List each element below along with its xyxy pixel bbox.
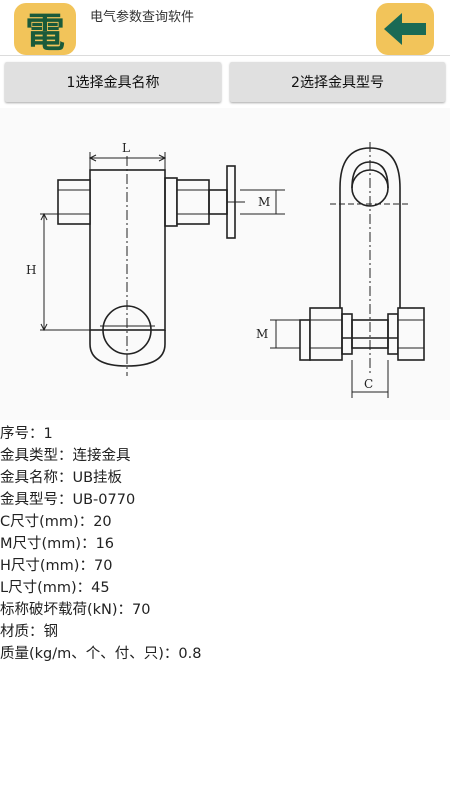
back-button[interactable] [376, 3, 434, 55]
detail-fitting-type: 金具类型：连接金具 [0, 448, 131, 464]
fitting-drawing: L H M M C [0, 108, 450, 420]
dimension-label-c: C [364, 377, 373, 391]
fitting-details: 序号：1 金具类型：连接金具 金具名称：UB挂板 金具型号：UB-0770 C尺… [0, 423, 450, 665]
dimension-label-m-right: M [256, 327, 268, 341]
dimension-label-h: H [26, 263, 36, 277]
detail-serial-number: 序号：1 [0, 426, 53, 442]
app-header: 電 电气参数查询软件 [0, 0, 450, 56]
detail-c-size: C尺寸(mm)：20 [0, 514, 112, 530]
detail-m-size: M尺寸(mm)：16 [0, 536, 115, 552]
detail-fitting-name: 金具名称：UB挂板 [0, 470, 123, 486]
tab-select-fitting-model[interactable]: 2选择金具型号 [230, 62, 445, 102]
app-title: 电气参数查询软件 [90, 10, 195, 25]
detail-h-size: H尺寸(mm)：70 [0, 558, 113, 574]
detail-rated-breaking-load: 标称破坏载荷(kN)：70 [0, 602, 151, 618]
app-logo-icon: 電 [14, 3, 76, 56]
detail-material: 材质：钢 [0, 624, 58, 640]
selection-tabs: 1选择金具名称 2选择金具型号 [0, 62, 450, 104]
detail-weight: 质量(kg/m、个、付、只)：0.8 [0, 646, 202, 662]
dimension-label-l: L [122, 141, 130, 155]
fitting-diagram: L H M M C [26, 141, 425, 398]
detail-l-size: L尺寸(mm)：45 [0, 580, 110, 596]
tab-select-fitting-name[interactable]: 1选择金具名称 [5, 62, 221, 102]
left-arrow-icon [384, 13, 426, 45]
detail-fitting-model: 金具型号：UB-0770 [0, 492, 136, 508]
dimension-label-m-left: M [258, 195, 270, 209]
